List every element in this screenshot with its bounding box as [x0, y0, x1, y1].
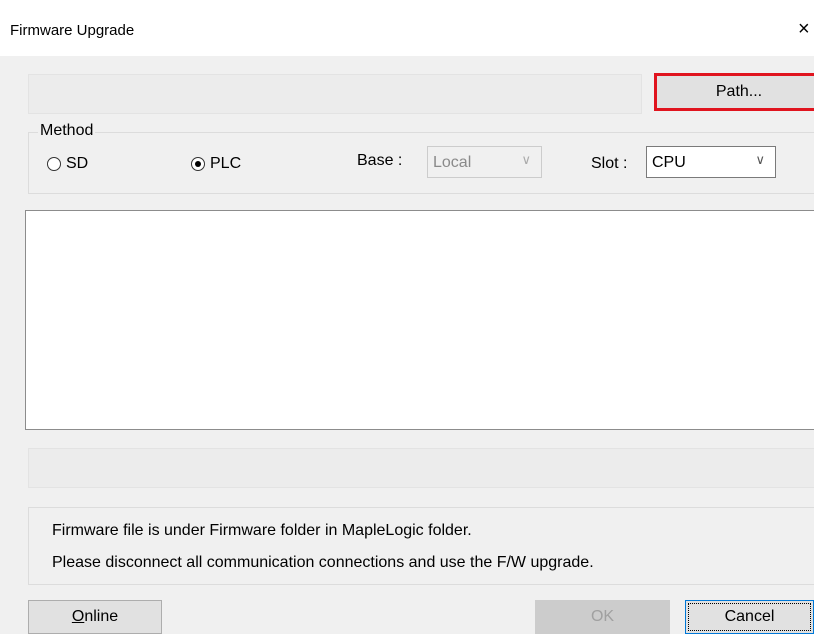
base-label: Base : — [357, 152, 403, 169]
info-group — [28, 507, 814, 585]
plc-radio-label[interactable]: PLC — [210, 155, 241, 173]
online-button-mnemonic: O — [71, 608, 85, 625]
focus-rectangle — [688, 603, 811, 631]
window-title: Firmware Upgrade — [10, 22, 135, 39]
close-icon[interactable]: × — [798, 18, 814, 42]
path-button[interactable]: Path... — [654, 73, 814, 111]
chevron-down-icon: ∨ — [755, 152, 765, 167]
info-line-1: Firmware file is under Firmware folder i… — [52, 522, 472, 539]
chevron-down-icon: ∨ — [521, 152, 531, 167]
cancel-button[interactable]: Cancel — [685, 600, 814, 634]
online-button-label: nline — [84, 608, 119, 625]
sd-radio[interactable] — [47, 157, 61, 171]
ok-button[interactable]: OK — [535, 600, 670, 634]
method-legend: Method — [38, 122, 96, 140]
title-bar: Firmware Upgrade × — [0, 0, 814, 56]
firmware-path-field — [28, 74, 642, 114]
base-select[interactable]: Local ∨ — [427, 146, 542, 178]
sd-radio-label[interactable]: SD — [66, 155, 88, 173]
status-field — [28, 448, 814, 488]
online-button[interactable]: Online — [28, 600, 162, 634]
base-select-value: Local — [433, 154, 472, 171]
upgrade-log-list[interactable] — [25, 210, 814, 430]
slot-select-value: CPU — [652, 154, 686, 171]
info-line-2: Please disconnect all communication conn… — [52, 554, 594, 571]
slot-label: Slot : — [591, 155, 628, 172]
plc-radio[interactable] — [191, 157, 205, 171]
slot-select[interactable]: CPU ∨ — [646, 146, 776, 178]
